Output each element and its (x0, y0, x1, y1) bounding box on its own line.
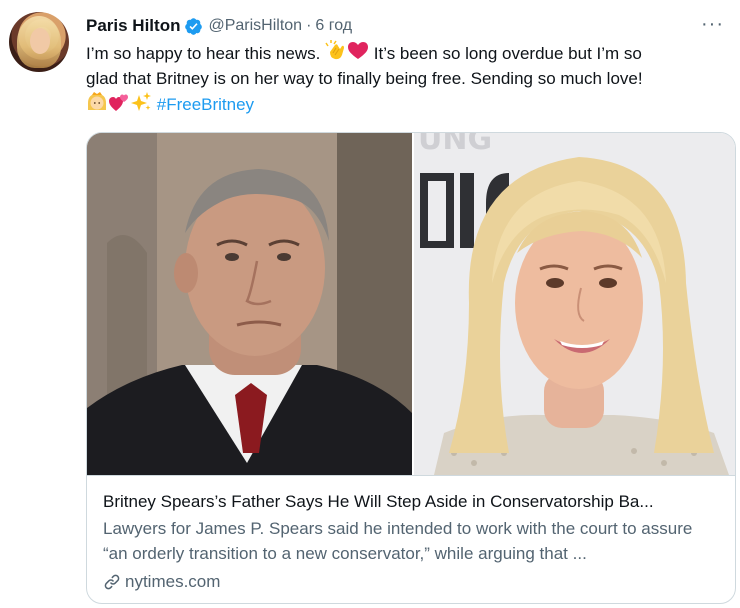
card-media[interactable]: UNG (87, 133, 735, 475)
card-description: Lawyers for James P. Spears said he inte… (103, 519, 693, 563)
tweet-timestamp[interactable]: 6 год (315, 17, 352, 35)
man-photo-illustration (87, 133, 412, 475)
tweet-text: I’m so happy to hear this news. It’s bee… (86, 40, 734, 117)
author-avatar[interactable] (9, 12, 69, 72)
card-meta[interactable]: Britney Spears’s Father Says He Will Ste… (87, 475, 735, 603)
two-hearts-emoji-icon (109, 94, 128, 111)
author-name[interactable]: Paris Hilton (86, 16, 180, 36)
more-horizontal-icon[interactable]: ··· (701, 14, 724, 34)
hashtag-link[interactable]: #FreeBritney (157, 95, 254, 114)
verified-badge-icon (185, 17, 203, 35)
clapping-hands-emoji-icon (325, 40, 345, 60)
backdrop-text: UNG (418, 133, 492, 157)
card-photo-woman: UNG (414, 133, 735, 475)
card-domain-text[interactable]: nytimes.com (125, 570, 220, 594)
author-handle[interactable]: @ParisHilton (208, 17, 302, 35)
card-domain[interactable]: nytimes.com (103, 570, 721, 594)
tweet-text-segment: It’s been so long overdue but I’m so (369, 44, 642, 63)
card-title[interactable]: Britney Spears’s Father Says He Will Ste… (103, 490, 721, 514)
card-photo-man (87, 133, 412, 475)
tweet-header: Paris Hilton @ParisHilton · 6 год ··· (86, 14, 728, 38)
header-separator: · (306, 17, 312, 34)
woman-photo-illustration: UNG (414, 133, 735, 475)
princess-emoji-icon (88, 92, 106, 110)
tweet-text-segment: I’m so happy to hear this news. (86, 44, 326, 63)
link-icon (104, 574, 120, 590)
link-preview-card[interactable]: UNG Britney Spears’s Father Says He Will… (86, 132, 736, 604)
tweet-text-segment: glad that Britney is on her way to final… (86, 69, 643, 88)
sparkles-emoji-icon (131, 92, 151, 111)
red-heart-emoji-icon (348, 42, 369, 59)
avatar-face (30, 28, 50, 54)
